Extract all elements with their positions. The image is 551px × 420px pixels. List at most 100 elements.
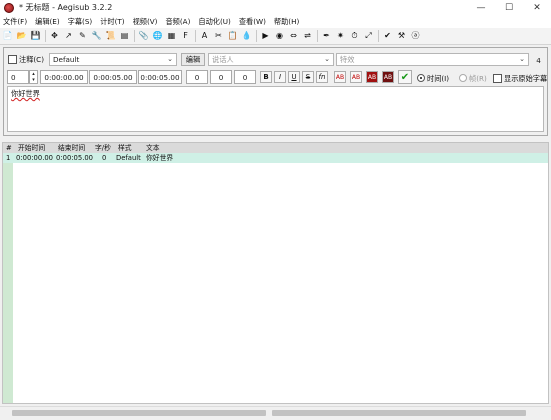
strikeout-button[interactable]: S (302, 71, 314, 83)
frame-radio-label: 帧(R) (469, 74, 487, 83)
play-icon[interactable]: ▶ (260, 31, 271, 42)
end-time-field[interactable]: 0:00:05.00 (89, 70, 137, 84)
properties-icon[interactable]: ▦ (166, 31, 177, 42)
tools-icon[interactable]: ⚒ (396, 31, 407, 42)
margin-left-field[interactable]: 0 (186, 70, 208, 84)
layer-spinner[interactable]: 0 (7, 70, 29, 84)
toolbar-separator (45, 30, 46, 42)
new-file-icon[interactable]: 📄 (2, 31, 13, 42)
fonts-icon[interactable]: F (180, 31, 191, 42)
grid-header: # 开始时间 结束时间 字/秒 样式 文本 (3, 143, 548, 153)
row-cps: 0 (102, 154, 107, 162)
horizontal-scrollbar[interactable] (0, 406, 551, 420)
chevron-down-icon: ⌄ (167, 55, 173, 63)
menu-subtitle[interactable]: 字幕(S) (68, 17, 93, 27)
open-file-icon[interactable]: 📂 (16, 31, 27, 42)
scrollbar-thumb[interactable] (12, 410, 266, 416)
table-row[interactable]: 1 0:00:00.00 0:00:05.00 0 Default 你好世界 (3, 153, 548, 163)
globe-icon[interactable]: 🌐 (152, 31, 163, 42)
toolbar-separator (256, 30, 257, 42)
col-style-header: 样式 (118, 144, 132, 152)
shadow-color-button[interactable]: AB (382, 71, 394, 83)
italic-button[interactable]: I (274, 71, 286, 83)
row-style: Default (116, 154, 141, 162)
wand-icon[interactable]: ↗ (63, 31, 74, 42)
chevron-down-icon: ⌄ (519, 55, 525, 63)
audio-icon[interactable]: ◉ (274, 31, 285, 42)
script-run-icon[interactable]: ⓐ (410, 31, 421, 42)
start-time-field[interactable]: 0:00:00.00 (40, 70, 88, 84)
close-button[interactable]: ✕ (523, 0, 551, 15)
actor-input[interactable]: 说话人 ⌄ (208, 53, 334, 66)
show-original-label: 显示原始字幕 (504, 74, 548, 83)
toolbar-separator (195, 30, 196, 42)
row-start: 0:00:00.00 (16, 154, 54, 162)
style-value: Default (53, 55, 80, 64)
margin-right-field[interactable]: 0 (210, 70, 232, 84)
outline-color-button[interactable]: AB (366, 71, 378, 83)
tool-icon[interactable]: 🔧 (91, 31, 102, 42)
menu-timing[interactable]: 计时(T) (100, 17, 124, 27)
actor-placeholder: 说话人 (212, 54, 234, 64)
row-number: 1 (6, 154, 11, 162)
char-count: 4 (536, 55, 541, 65)
scrollbar-thumb[interactable] (272, 410, 526, 416)
shift-icon[interactable]: ⤢ (363, 31, 374, 42)
bold-button[interactable]: B (260, 71, 272, 83)
aegisub-logo-icon (4, 2, 14, 13)
font-button[interactable]: fn (316, 71, 328, 83)
margin-vertical-field[interactable]: 0 (234, 70, 256, 84)
attachments-icon[interactable]: 📎 (138, 31, 149, 42)
toolbar-separator (317, 30, 318, 42)
col-end-header: 结束时间 (58, 144, 86, 152)
comment-checkbox[interactable] (8, 55, 17, 64)
move-icon[interactable]: ✥ (49, 31, 60, 42)
time-radio[interactable] (417, 74, 425, 82)
commit-icon[interactable]: ✔ (398, 70, 412, 84)
style-select[interactable]: Default ⌄ (49, 53, 177, 66)
dropper-icon[interactable]: 💧 (241, 31, 252, 42)
spellcheck-icon[interactable]: A (199, 31, 210, 42)
timing-icon[interactable]: ⇌ (302, 31, 313, 42)
comment-label: 注释(C) (19, 55, 45, 64)
minimize-button[interactable]: — (467, 0, 495, 15)
menu-audio[interactable]: 音频(A) (165, 17, 190, 27)
layer-spin-buttons[interactable]: ▴ ▾ (29, 70, 38, 84)
subtitle-edit-panel: 注释(C) Default ⌄ 编辑 说话人 ⌄ 特效 ⌄ 4 0 ▴ ▾ 0:0… (3, 47, 548, 136)
window-controls: — ☐ ✕ (467, 0, 551, 15)
row-end: 0:00:05.00 (56, 154, 94, 162)
menu-view[interactable]: 查看(W) (239, 17, 266, 27)
toolbar-separator (378, 30, 379, 42)
col-number-header: # (6, 144, 12, 152)
menu-video[interactable]: 视频(V) (133, 17, 158, 27)
edit-style-button[interactable]: 编辑 (181, 53, 205, 66)
kanji-icon[interactable]: ✒ (321, 31, 332, 42)
secondary-color-button[interactable]: AB (350, 71, 362, 83)
color-icon[interactable]: ✷ (335, 31, 346, 42)
pen-icon[interactable]: ✎ (77, 31, 88, 42)
menu-help[interactable]: 帮助(H) (274, 17, 299, 27)
menu-edit[interactable]: 编辑(E) (35, 17, 60, 27)
show-original-checkbox[interactable] (493, 74, 502, 83)
save-icon[interactable]: 💾 (30, 31, 41, 42)
snap-icon[interactable]: ⇔ (288, 31, 299, 42)
frame-radio[interactable] (459, 74, 467, 82)
subtitle-grid[interactable]: # 开始时间 结束时间 字/秒 样式 文本 1 0:00:00.00 0:00:… (2, 142, 549, 404)
menu-file[interactable]: 文件(F) (3, 17, 27, 27)
styles-icon[interactable]: ▤ (119, 31, 130, 42)
check-icon[interactable]: ✔ (382, 31, 393, 42)
effect-input[interactable]: 特效 ⌄ (336, 53, 529, 66)
script-icon[interactable]: 📜 (105, 31, 116, 42)
main-toolbar: 📄 📂 💾 ✥ ↗ ✎ 🔧 📜 ▤ 📎 🌐 ▦ F A ✂ 📋 💧 ▶ ◉ ⇔ ⇌ ✒ ✷ ⏱ ⤢ ✔ ⚒ ⓐ (0, 28, 551, 45)
clock-icon[interactable]: ⏱ (349, 31, 360, 42)
menu-automation[interactable]: 自动化(U) (198, 17, 230, 27)
underline-button[interactable]: U (288, 71, 300, 83)
primary-color-button[interactable]: AB (334, 71, 346, 83)
maximize-button[interactable]: ☐ (495, 0, 523, 15)
translation-icon[interactable]: ✂ (213, 31, 224, 42)
chevron-down-icon: ⌄ (324, 55, 330, 63)
subtitle-text-editor[interactable]: 你好世界 (7, 86, 544, 132)
duration-field[interactable]: 0:00:05.00 (138, 70, 182, 84)
row-text: 你好世界 (146, 154, 174, 162)
resample-icon[interactable]: 📋 (227, 31, 238, 42)
